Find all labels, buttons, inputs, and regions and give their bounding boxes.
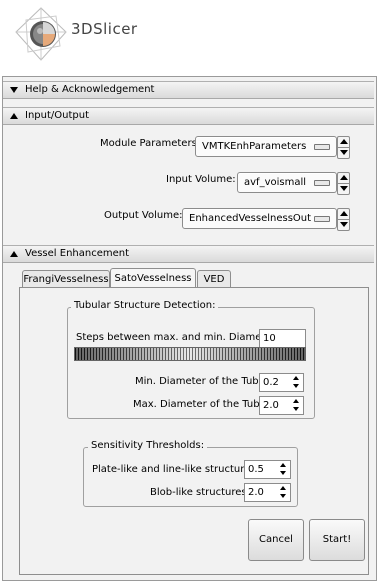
arrow-down-icon <box>340 150 348 155</box>
plate-value: 0.5 <box>248 464 264 475</box>
blob-value: 2.0 <box>248 487 264 498</box>
min-diameter-spinbox[interactable]: 0.2 <box>259 373 304 392</box>
blob-spinbox[interactable]: 2.0 <box>244 483 291 502</box>
arrow-up-icon <box>340 139 348 144</box>
output-volume-value: EnhancedVesselnessOut <box>189 213 312 224</box>
app-header: 3DSlicer <box>0 0 377 70</box>
input-volume-label: Input Volume: <box>166 174 236 185</box>
section-io-header[interactable]: Input/Output <box>3 107 374 125</box>
output-volume-select[interactable]: EnhancedVesselnessOut <box>182 208 337 229</box>
section-io-label: Input/Output <box>25 110 89 121</box>
input-volume-stepper[interactable] <box>337 172 350 195</box>
step-down-button[interactable] <box>337 147 350 159</box>
tubular-group-title: Tubular Structure Detection: <box>71 300 219 311</box>
dropdown-handle-icon <box>314 144 330 150</box>
arrow-up-icon <box>340 211 348 216</box>
output-volume-label: Output Volume: <box>104 210 183 221</box>
spin-arrows-icon[interactable] <box>279 463 288 476</box>
arrow-down-icon <box>340 186 348 191</box>
section-help-header[interactable]: Help & Acknowledgement <box>3 81 374 99</box>
slicer-logo-icon <box>15 7 67 61</box>
spin-arrows-icon[interactable] <box>279 486 288 499</box>
plate-label: Plate-like and line-like structures: <box>92 464 259 475</box>
step-down-button[interactable] <box>337 219 350 231</box>
max-diameter-label: Max. Diameter of the Tube: <box>133 399 270 410</box>
start-button[interactable]: Start! <box>309 519 365 561</box>
module-parameters-value: VMTKEnhParameters <box>202 141 307 152</box>
module-parameters-label: Module Parameters: <box>100 138 201 149</box>
step-down-button[interactable] <box>337 183 350 195</box>
section-vessel-header[interactable]: Vessel Enhancement <box>3 245 374 263</box>
tab-frangi-vesselness[interactable]: FrangiVesselness <box>22 270 110 288</box>
module-parameters-select[interactable]: VMTKEnhParameters <box>195 136 337 157</box>
arrow-down-icon <box>340 222 348 227</box>
collapse-arrow-icon <box>10 113 18 119</box>
sensitivity-group-title: Sensitivity Thresholds: <box>88 440 208 451</box>
max-diameter-spinbox[interactable]: 2.0 <box>259 396 304 415</box>
dropdown-handle-icon <box>314 216 330 222</box>
max-diameter-value: 2.0 <box>263 400 279 411</box>
section-vessel-label: Vessel Enhancement <box>25 248 130 259</box>
min-diameter-value: 0.2 <box>263 377 279 388</box>
min-diameter-label: Min. Diameter of the Tube: <box>135 376 269 387</box>
tab-ved[interactable]: VED <box>197 270 231 288</box>
section-help-label: Help & Acknowledgement <box>25 84 155 95</box>
arrow-up-icon <box>340 175 348 180</box>
module-parameters-stepper[interactable] <box>337 136 350 159</box>
cancel-button[interactable]: Cancel <box>248 519 304 561</box>
expand-arrow-icon <box>10 87 18 93</box>
collapse-arrow-icon <box>10 251 18 257</box>
steps-label: Steps between max. and min. Diameter <box>76 332 276 343</box>
spin-arrows-icon[interactable] <box>292 399 301 412</box>
steps-input[interactable]: 10 <box>259 329 306 348</box>
plate-spinbox[interactable]: 0.5 <box>244 460 291 479</box>
input-volume-select[interactable]: avf_voismall <box>237 172 337 193</box>
spin-arrows-icon[interactable] <box>292 376 301 389</box>
app-title: 3DSlicer <box>71 20 138 38</box>
dropdown-handle-icon <box>314 180 330 186</box>
tab-sato-vesselness[interactable]: SatoVesselness <box>110 268 196 289</box>
blob-label: Blob-like structures: <box>150 487 250 498</box>
steps-value: 10 <box>263 333 276 344</box>
output-volume-stepper[interactable] <box>337 208 350 231</box>
steps-slider[interactable] <box>74 347 306 361</box>
input-volume-value: avf_voismall <box>244 177 307 188</box>
